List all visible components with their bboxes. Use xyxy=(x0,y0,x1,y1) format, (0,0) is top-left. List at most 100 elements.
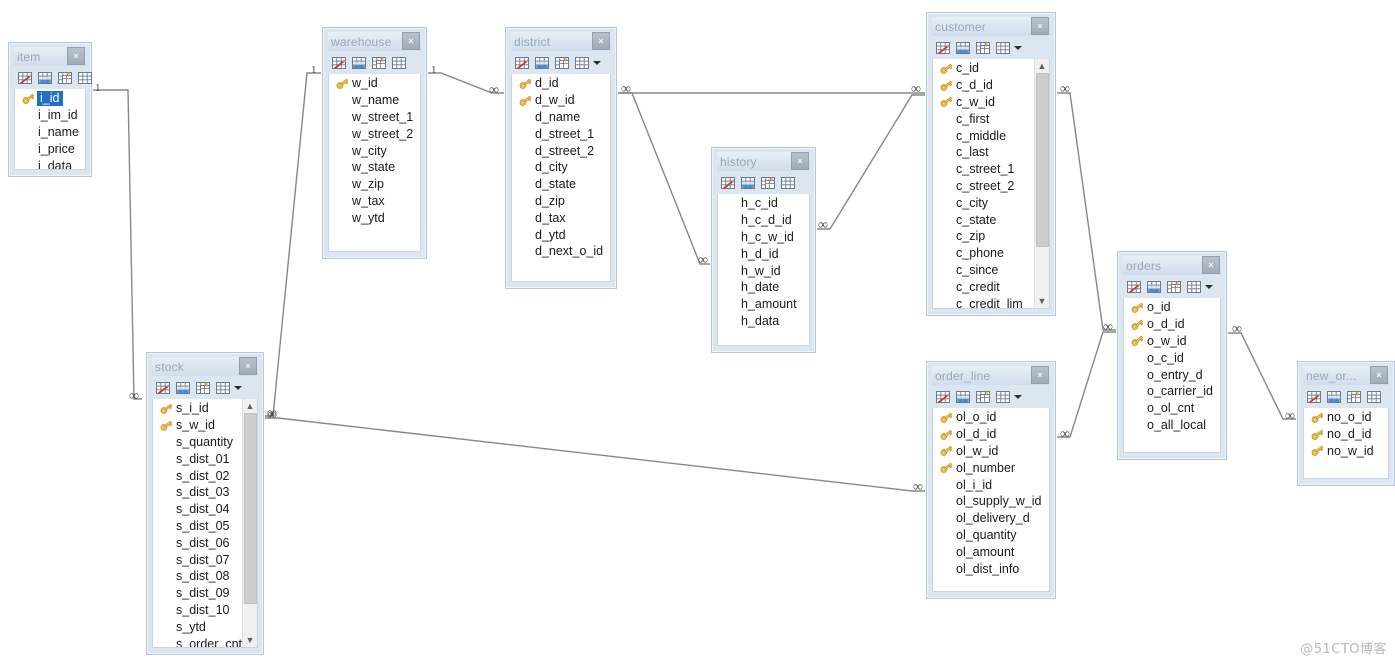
field-row[interactable]: c_since xyxy=(933,262,1049,279)
field-row[interactable]: o_entry_d xyxy=(1124,366,1220,383)
add-new-table-icon[interactable] xyxy=(331,56,348,71)
field-row[interactable]: c_credit_lim xyxy=(933,295,1049,309)
table-grid-icon[interactable] xyxy=(955,390,972,405)
field-row[interactable]: ol_amount xyxy=(933,543,1049,560)
field-row[interactable]: o_id xyxy=(1124,299,1220,316)
field-row[interactable]: d_state xyxy=(512,176,610,193)
table-view-icon[interactable] xyxy=(995,41,1012,56)
field-row[interactable]: d_tax xyxy=(512,209,610,226)
table-relationships-icon[interactable] xyxy=(57,71,74,86)
field-row[interactable]: d_city xyxy=(512,159,610,176)
table-titlebar-item[interactable]: item× xyxy=(14,47,86,66)
table-view-icon[interactable] xyxy=(574,56,591,71)
field-row[interactable]: ol_w_id xyxy=(933,443,1049,460)
field-row[interactable]: o_ol_cnt xyxy=(1124,400,1220,417)
close-icon[interactable]: × xyxy=(1370,366,1388,384)
field-row[interactable]: c_last xyxy=(933,144,1049,161)
table-relationships-icon[interactable] xyxy=(760,176,777,191)
field-row[interactable]: ol_supply_w_id xyxy=(933,493,1049,510)
field-row[interactable]: c_first xyxy=(933,110,1049,127)
add-new-table-icon[interactable] xyxy=(935,390,952,405)
table-grid-icon[interactable] xyxy=(955,41,972,56)
scrollbar-track[interactable] xyxy=(243,413,257,633)
table-window-new_order[interactable]: new_or...× no_o_idno_d_idno_w_id xyxy=(1297,361,1395,486)
table-window-item[interactable]: item×i_idi_im_idi_namei_pricei_data xyxy=(8,42,92,177)
scrollbar-thumb[interactable] xyxy=(1036,73,1049,247)
chevron-down-icon[interactable] xyxy=(1014,46,1022,50)
table-titlebar-customer[interactable]: customer× xyxy=(932,17,1050,36)
table-titlebar-orders[interactable]: orders× xyxy=(1123,256,1221,275)
table-relationships-icon[interactable] xyxy=(1166,280,1183,295)
field-row[interactable]: ol_dist_info xyxy=(933,560,1049,577)
field-row[interactable]: ol_d_id xyxy=(933,426,1049,443)
chevron-down-icon[interactable] xyxy=(593,61,601,65)
add-new-table-icon[interactable] xyxy=(935,41,952,56)
field-row[interactable]: ol_quantity xyxy=(933,527,1049,544)
field-row[interactable]: no_w_id xyxy=(1304,443,1388,460)
add-new-table-icon[interactable] xyxy=(720,176,737,191)
table-grid-icon[interactable] xyxy=(1146,280,1163,295)
add-new-table-icon[interactable] xyxy=(17,71,34,86)
field-row[interactable]: ol_o_id xyxy=(933,409,1049,426)
table-window-history[interactable]: history×h_c_idh_c_d_idh_c_w_idh_d_idh_w_… xyxy=(711,147,816,353)
field-row[interactable]: h_data xyxy=(718,313,809,330)
field-row[interactable]: d_street_1 xyxy=(512,125,610,142)
table-relationships-icon[interactable] xyxy=(1346,390,1363,405)
field-row[interactable]: ol_i_id xyxy=(933,476,1049,493)
add-new-table-icon[interactable] xyxy=(1126,280,1143,295)
field-row[interactable]: d_ytd xyxy=(512,226,610,243)
table-grid-icon[interactable] xyxy=(37,71,54,86)
vertical-scrollbar[interactable]: ▲▼ xyxy=(242,399,257,647)
table-view-icon[interactable] xyxy=(215,381,232,396)
table-window-orders[interactable]: orders×o_ido_d_ido_w_ido_c_ido_entry_do_… xyxy=(1117,251,1227,460)
scrollbar-track[interactable] xyxy=(1035,73,1049,294)
table-titlebar-order_line[interactable]: order_line× xyxy=(932,366,1050,385)
close-icon[interactable]: × xyxy=(592,32,610,50)
field-row[interactable]: ol_delivery_d xyxy=(933,510,1049,527)
field-row[interactable]: o_w_id xyxy=(1124,333,1220,350)
field-row[interactable]: h_c_d_id xyxy=(718,212,809,229)
scroll-down-icon[interactable]: ▼ xyxy=(243,633,257,647)
chevron-down-icon[interactable] xyxy=(234,386,242,390)
field-row[interactable]: d_zip xyxy=(512,193,610,210)
close-icon[interactable]: × xyxy=(67,47,85,65)
field-row[interactable]: ol_number xyxy=(933,459,1049,476)
add-new-table-icon[interactable] xyxy=(155,381,172,396)
scroll-up-icon[interactable]: ▲ xyxy=(1035,59,1049,73)
table-relationships-icon[interactable] xyxy=(975,390,992,405)
table-grid-icon[interactable] xyxy=(351,56,368,71)
field-row[interactable]: c_city xyxy=(933,194,1049,211)
field-row[interactable]: d_name xyxy=(512,109,610,126)
field-row[interactable]: w_id xyxy=(329,75,420,92)
table-view-icon[interactable] xyxy=(1186,280,1203,295)
field-row[interactable]: d_w_id xyxy=(512,92,610,109)
field-row[interactable]: w_zip xyxy=(329,176,420,193)
table-view-icon[interactable] xyxy=(780,176,797,191)
table-titlebar-stock[interactable]: stock× xyxy=(152,357,258,376)
add-new-table-icon[interactable] xyxy=(1306,390,1323,405)
table-view-icon[interactable] xyxy=(77,71,94,86)
field-row[interactable]: h_date xyxy=(718,279,809,296)
field-row[interactable]: h_d_id xyxy=(718,245,809,262)
field-row[interactable]: no_d_id xyxy=(1304,426,1388,443)
scrollbar-thumb[interactable] xyxy=(244,413,257,604)
field-row[interactable]: c_state xyxy=(933,211,1049,228)
table-relationships-icon[interactable] xyxy=(371,56,388,71)
field-row[interactable]: w_tax xyxy=(329,193,420,210)
table-window-warehouse[interactable]: warehouse×w_idw_namew_street_1w_street_2… xyxy=(322,27,427,259)
field-row[interactable]: no_o_id xyxy=(1304,409,1388,426)
field-row[interactable]: d_id xyxy=(512,75,610,92)
field-row[interactable]: w_street_1 xyxy=(329,109,420,126)
field-row[interactable]: o_d_id xyxy=(1124,316,1220,333)
table-view-icon[interactable] xyxy=(391,56,408,71)
field-row[interactable]: h_amount xyxy=(718,296,809,313)
table-grid-icon[interactable] xyxy=(175,381,192,396)
field-row[interactable]: o_all_local xyxy=(1124,417,1220,434)
table-titlebar-new_order[interactable]: new_or...× xyxy=(1303,366,1389,385)
field-row[interactable]: w_name xyxy=(329,92,420,109)
field-row[interactable]: c_middle xyxy=(933,127,1049,144)
field-row[interactable]: c_phone xyxy=(933,245,1049,262)
close-icon[interactable]: × xyxy=(1202,256,1220,274)
chevron-down-icon[interactable] xyxy=(1014,395,1022,399)
field-row[interactable]: i_name xyxy=(15,124,85,141)
